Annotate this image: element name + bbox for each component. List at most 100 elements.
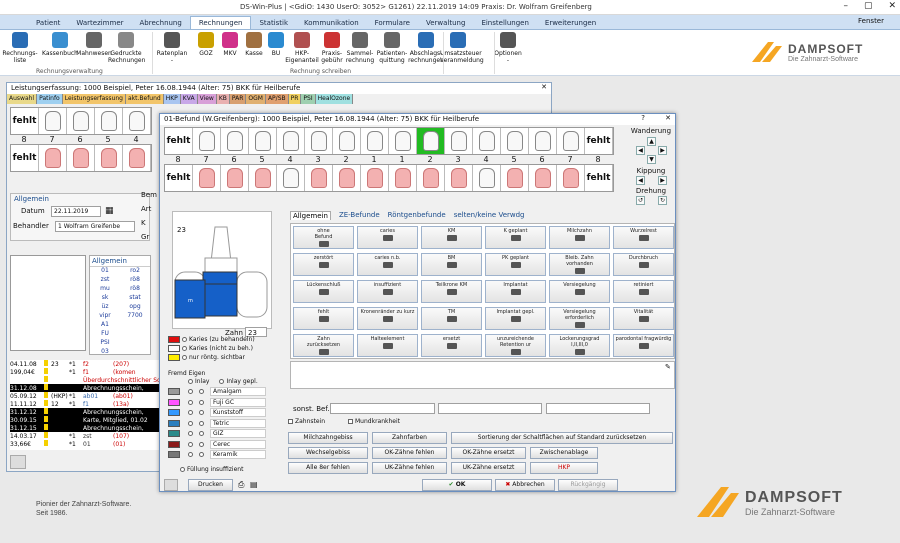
action-button[interactable]: Milchzahngebiss [288,432,368,444]
fuellung-insuff-option[interactable]: Füllung insuffizient [180,466,243,473]
abbrechen-button[interactable]: ✖ Abbrechen [495,479,555,491]
leistung-tab[interactable]: HealOzone [315,94,354,104]
befund-button[interactable]: retiniert [613,280,674,303]
tooth[interactable] [529,128,557,154]
tooth[interactable] [67,145,95,171]
tooth[interactable] [193,128,221,154]
action-button[interactable]: Wechselgebiss [288,447,368,459]
tab-statistik[interactable]: Statistik [251,17,296,29]
code-row[interactable]: 03 [90,348,150,357]
radio[interactable] [199,431,204,436]
history-row[interactable]: 04.11.08 23 *1 f2 (207) [10,360,170,368]
material-option[interactable]: Amalgam [168,387,266,396]
radio[interactable] [188,420,193,426]
action-button[interactable]: UK-Zähne ersetzt [451,462,526,474]
befund-button[interactable]: fehlt [293,307,354,330]
history-row[interactable]: 31.12.12 Abrechnungsschein, [10,408,170,416]
drucken-button[interactable]: Drucken [188,479,233,491]
tab-rechnungen[interactable]: Rechnungen [189,16,252,29]
sonst-bef-select-1[interactable] [330,403,435,414]
befund-tab[interactable]: selten/keine Verwdg [454,211,525,220]
befund-button[interactable]: Teilkrone KM [421,280,482,303]
rotate-left-icon[interactable]: ↺ [636,196,645,205]
action-button[interactable]: UK-Zähne fehlen [372,462,447,474]
radio[interactable] [182,346,187,351]
history-row[interactable]: 05.09.12 (HKP)*1 ab01 (ab01) [10,392,170,400]
leistung-tab[interactable]: Auswahl [7,94,38,104]
sonst-bef-select-3[interactable] [546,403,650,414]
action-button[interactable]: Zwischenablage [530,447,598,459]
tooth[interactable] [557,165,585,191]
behandler-select[interactable]: 1 Wolfram Greifenbe [55,221,135,232]
radio[interactable] [182,355,187,360]
befund-button[interactable]: Versiegelung erforderlich [549,307,610,330]
radio[interactable] [188,399,193,405]
help-icon[interactable]: ? [641,114,645,122]
code-row[interactable]: 01 ro2 [90,267,150,276]
befund-button[interactable]: unzureichende Retention ur [485,334,546,357]
tooth[interactable] [473,128,501,154]
tooth-diagram[interactable]: m [173,222,273,322]
leistung-tab[interactable]: akt.Befund [125,94,164,104]
befund-button[interactable]: Wurzelrest [613,226,674,249]
action-button[interactable]: Alle 8er fehlen [288,462,368,474]
leistung-tab[interactable]: Leistungserfassung [62,94,126,104]
befund-notes-field[interactable] [290,361,675,389]
history-row[interactable]: 199,04€ *1 f1 (komen [10,368,170,376]
settings-icon[interactable] [164,479,178,491]
code-row[interactable]: üz opg [90,303,150,312]
tooth[interactable] [445,128,473,154]
arrow-up-icon[interactable]: ▲ [647,137,656,146]
befund-button[interactable]: Durchbruch [613,253,674,276]
radio[interactable] [199,420,204,426]
arrow-down-icon[interactable]: ▼ [647,155,656,164]
action-button[interactable]: Zahnfarben [372,432,447,444]
tooth[interactable] [123,108,151,134]
tooth[interactable] [389,128,417,154]
code-row[interactable]: A1 [90,321,150,330]
mundkrankheit-checkbox[interactable]: Mundkrankheit [348,418,400,425]
edit-icon[interactable]: ✎ [665,363,671,371]
leistung-tab[interactable]: HKP [163,94,181,104]
close-icon[interactable]: ✕ [665,114,671,122]
preview-icon[interactable]: ▤ [250,480,258,489]
book-button[interactable]: Kassenbuch [42,32,78,57]
inlay-option[interactable]: Inlay Inlay gepl. [188,378,258,385]
leistung-tab[interactable]: View [197,94,217,104]
tooth[interactable] [221,128,249,154]
receipt-button[interactable]: Patienten- quittung [374,32,410,64]
befund-button[interactable]: PK geplant [485,253,546,276]
material-option[interactable]: Cerec [168,439,266,449]
tooth[interactable] [445,165,473,191]
radio[interactable] [188,389,193,394]
leistung-tab[interactable]: Patinfo [37,94,63,104]
befund-button[interactable]: zerstört [293,253,354,276]
befund-button[interactable]: Zahn zurücksetzen [293,334,354,357]
befund-button[interactable]: Lückenschluß [293,280,354,303]
history-row[interactable]: 33,66€ *1 01 (01) [10,440,170,448]
ok-button[interactable]: ✔ OK [422,479,492,491]
befund-button[interactable]: insuffizient [357,280,418,303]
tooth[interactable] [417,128,445,154]
leistung-tab[interactable]: KB [216,94,230,104]
tooth[interactable] [249,128,277,154]
missing-tooth[interactable]: fehlt [165,165,193,191]
tooth[interactable] [249,165,277,191]
missing-tooth[interactable]: fehlt [585,128,613,154]
print-icon[interactable]: ⎙ [238,480,244,490]
document-list-button[interactable]: Rechnungs- liste [2,32,38,64]
tooth[interactable] [67,108,95,134]
radio[interactable] [199,410,204,415]
befund-button[interactable]: ohne Befund [293,226,354,249]
befund-button[interactable]: Implantat gepl. [485,307,546,330]
caries-option[interactable]: Karies (zu behandeln) [168,336,255,343]
tooth[interactable] [473,165,501,191]
notes-box[interactable] [10,255,86,351]
befund-tab[interactable]: Röntgenbefunde [388,211,446,220]
installment-button[interactable]: Abschlags- rechnungen [408,32,444,64]
calendar-icon[interactable]: ▦ [105,206,114,216]
radio[interactable] [188,431,193,436]
befund-button[interactable]: KM [421,226,482,249]
zahnstein-checkbox[interactable]: Zahnstein [288,418,325,425]
tooth[interactable] [123,145,151,171]
